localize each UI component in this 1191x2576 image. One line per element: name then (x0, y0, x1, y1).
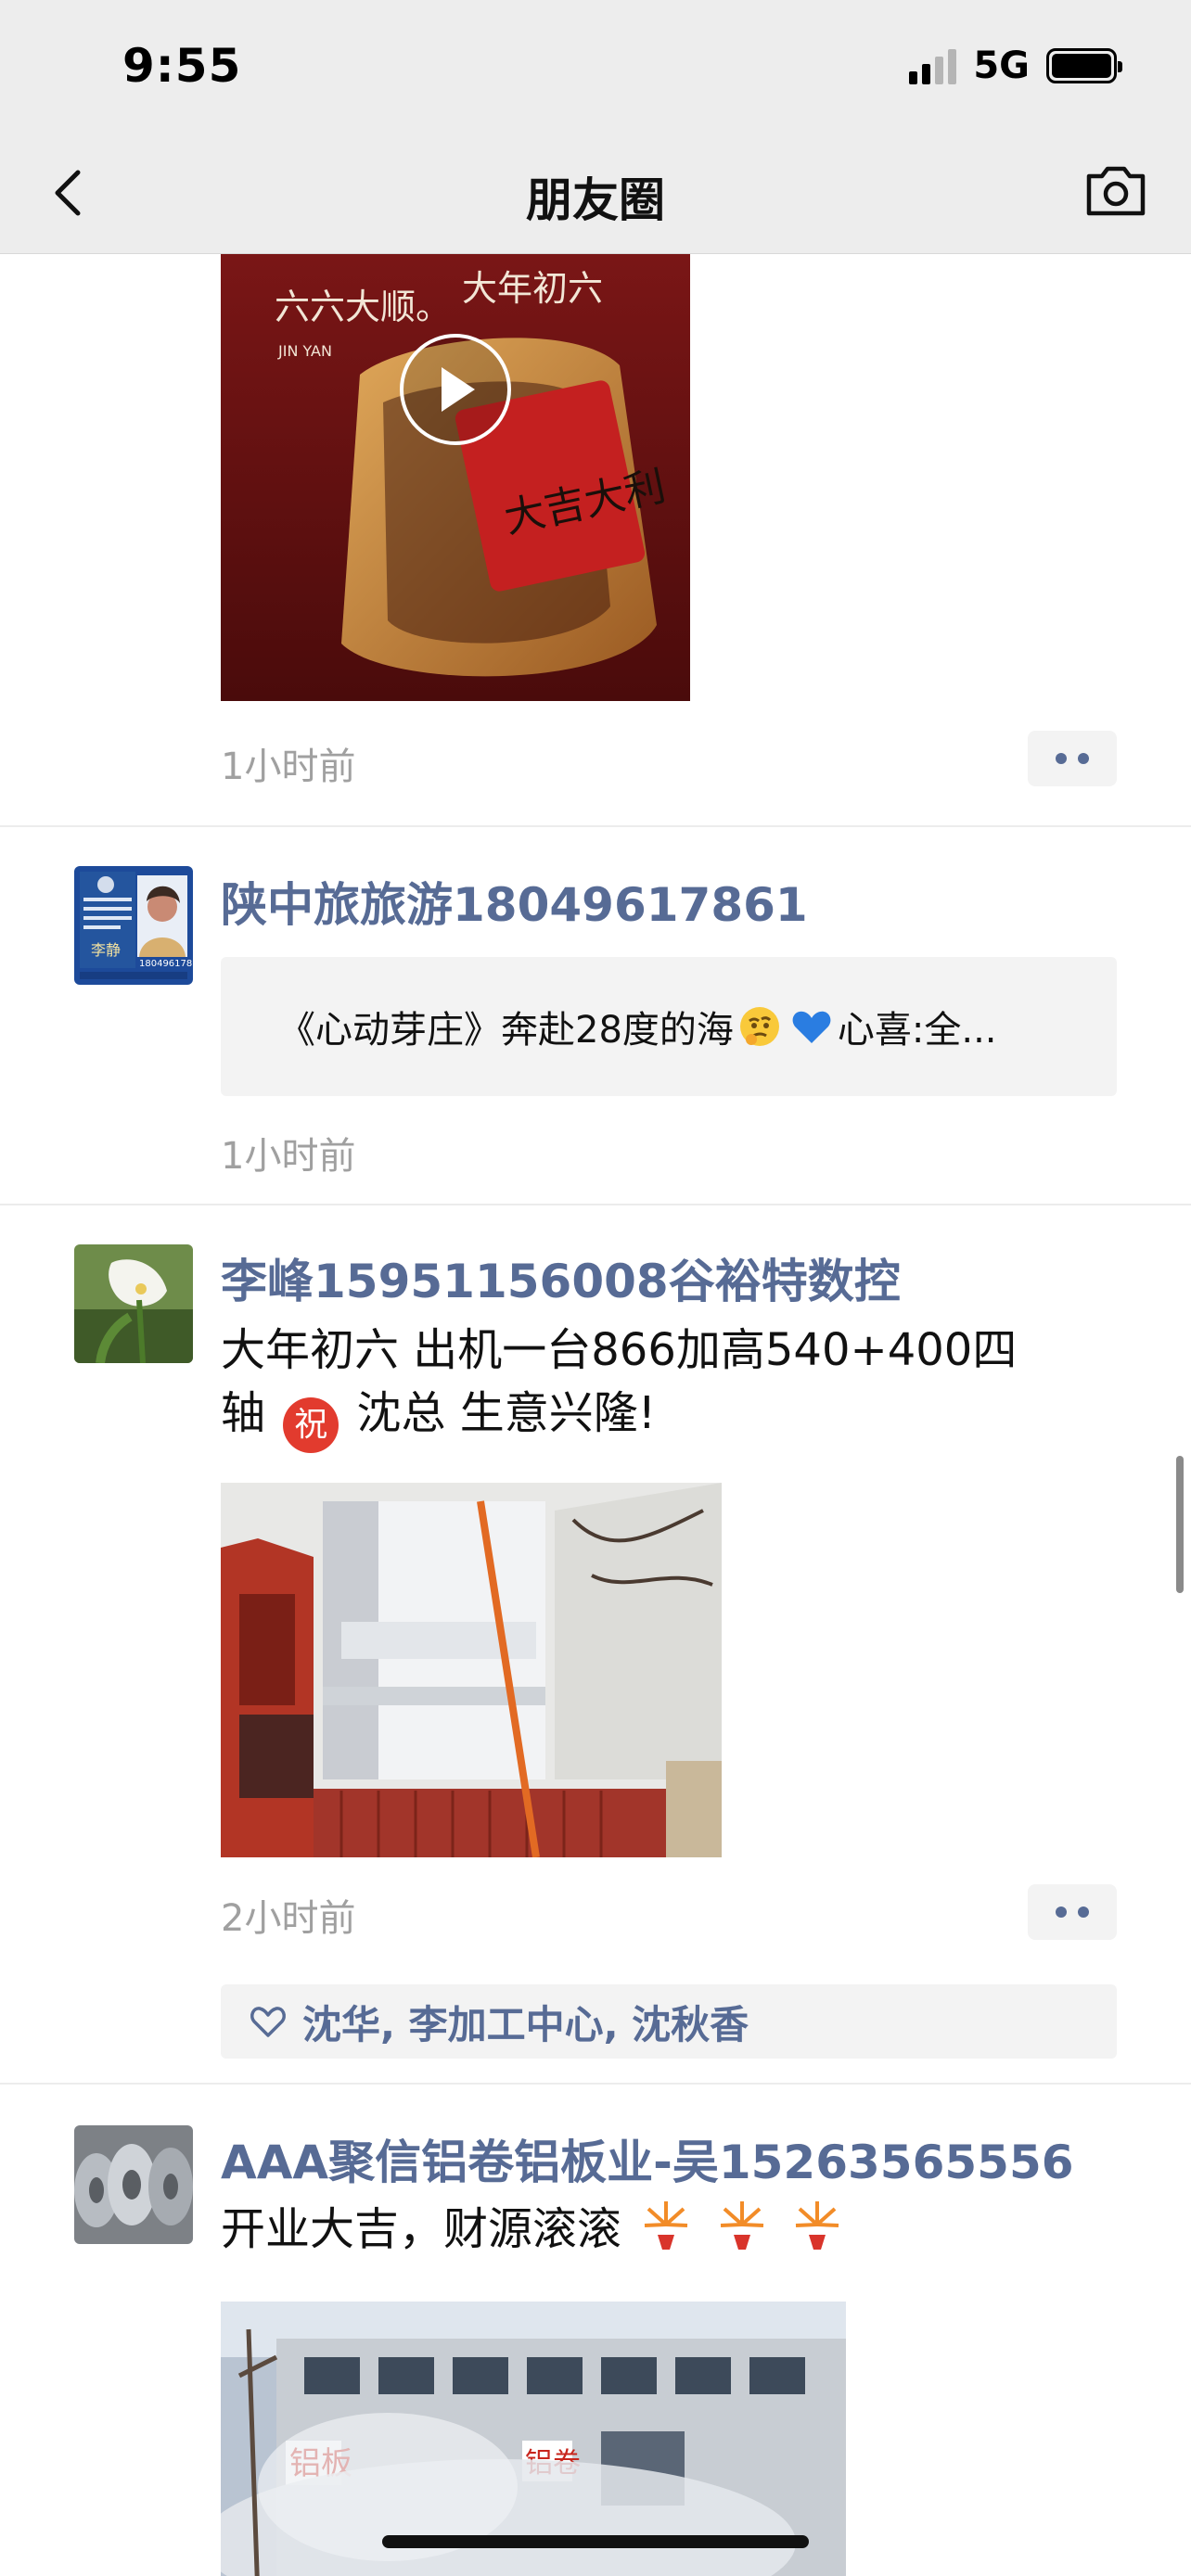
post-text-line2-a: 轴 (221, 1387, 266, 1439)
network-type: 5G (973, 45, 1030, 87)
moment-post: AAA聚信铝卷铝板业-吴15263565556 开业大吉，财源滚滚 (0, 2085, 1191, 2576)
post-text-content: 开业大吉，财源滚滚 (221, 2203, 622, 2255)
post-text-line1: 大年初六 出机一台866加高540+400四 (221, 1324, 1018, 1376)
fireworks-emoji-icon (720, 2201, 763, 2250)
shared-link-title: 《心动芽庄》奔赴28度的海 (278, 1009, 734, 1052)
avatar[interactable] (74, 1244, 193, 1363)
poster-name[interactable]: AAA聚信铝卷铝板业-吴15263565556 (221, 2125, 1117, 2192)
camera-button[interactable] (1082, 159, 1150, 221)
status-time: 9:55 (122, 39, 242, 93)
scrollbar[interactable] (1176, 1456, 1184, 1593)
camera-icon (1086, 166, 1146, 216)
video-frame: 大年初六 六六大顺。 JIN YAN 大吉大利 (221, 254, 690, 701)
top-bar: 9:55 5G 朋友圈 (0, 0, 1191, 254)
avatar-card-name: 李静 (91, 941, 121, 959)
video-caption-line3: JIN YAN (277, 342, 332, 360)
post-time: 2小时前 (221, 1897, 356, 1940)
home-indicator[interactable] (382, 2535, 809, 2548)
post-text-line2: 轴 祝 沈总 生意兴隆! (221, 1382, 1117, 1453)
video-caption-line2: 六六大顺。 (275, 287, 451, 327)
signal-icon (909, 47, 957, 84)
avatar-card-phone: 18049617861 (139, 959, 193, 969)
congratulations-emoji-icon: 祝 (283, 1397, 339, 1453)
post-text: 开业大吉，财源滚滚 (221, 2198, 1117, 2261)
fireworks-emoji-icon (645, 2201, 688, 2250)
video-caption-line1: 大年初六 (462, 268, 603, 309)
video-thumbnail[interactable]: 大年初六 六六大顺。 JIN YAN 大吉大利 (221, 254, 690, 701)
truck-machine-photo (221, 1483, 722, 1857)
shared-link-card[interactable]: 《心动芽庄》奔赴28度的海 心喜:全... (221, 957, 1117, 1096)
poster-name[interactable]: 李峰15951156008谷裕特数控 (221, 1244, 1117, 1311)
status-icons: 5G (909, 45, 1122, 87)
blue-heart-icon (792, 1011, 831, 1043)
avatar-image (74, 2125, 193, 2244)
moment-post: 李峰15951156008谷裕特数控 大年初六 出机一台866加高540+400… (0, 1205, 1191, 2085)
thinking-face-emoji-icon (739, 1007, 779, 1046)
poster-name[interactable]: 陕中旅旅游18049617861 (221, 868, 1117, 935)
post-time: 1小时前 (221, 1135, 356, 1178)
post-image[interactable] (221, 1483, 722, 1857)
post-text: 大年初六 出机一台866加高540+400四 轴 祝 沈总 生意兴隆! (221, 1319, 1117, 1453)
moment-post: 李静 18049617861 陕中旅旅游18049617861 《心动芽庄》奔赴… (0, 827, 1191, 1205)
avatar[interactable] (74, 2125, 193, 2244)
avatar-image: 李静 18049617861 (74, 866, 193, 985)
more-button[interactable] (1028, 731, 1117, 786)
post-time: 1小时前 (221, 746, 356, 788)
moments-feed[interactable]: 大年初六 六六大顺。 JIN YAN 大吉大利 1小时前 李静 18049617… (0, 254, 1191, 2576)
page-title: 朋友圈 (526, 173, 665, 227)
shared-link-title-rest: 心喜:全... (837, 1009, 997, 1052)
likes-bar: 沈华, 李加工中心, 沈秋香 (221, 1984, 1117, 2059)
avatar-image (74, 1244, 193, 1363)
more-button[interactable] (1028, 1884, 1117, 1940)
avatar[interactable]: 李静 18049617861 (74, 866, 193, 985)
moment-post: 大年初六 六六大顺。 JIN YAN 大吉大利 1小时前 (0, 254, 1191, 827)
heart-outline-icon (250, 2007, 286, 2037)
battery-icon (1046, 48, 1122, 83)
post-text-line2-b: 沈总 生意兴隆! (356, 1387, 657, 1439)
likes-names[interactable]: 沈华, 李加工中心, 沈秋香 (302, 1994, 749, 2050)
fireworks-emoji-icon (795, 2201, 839, 2250)
